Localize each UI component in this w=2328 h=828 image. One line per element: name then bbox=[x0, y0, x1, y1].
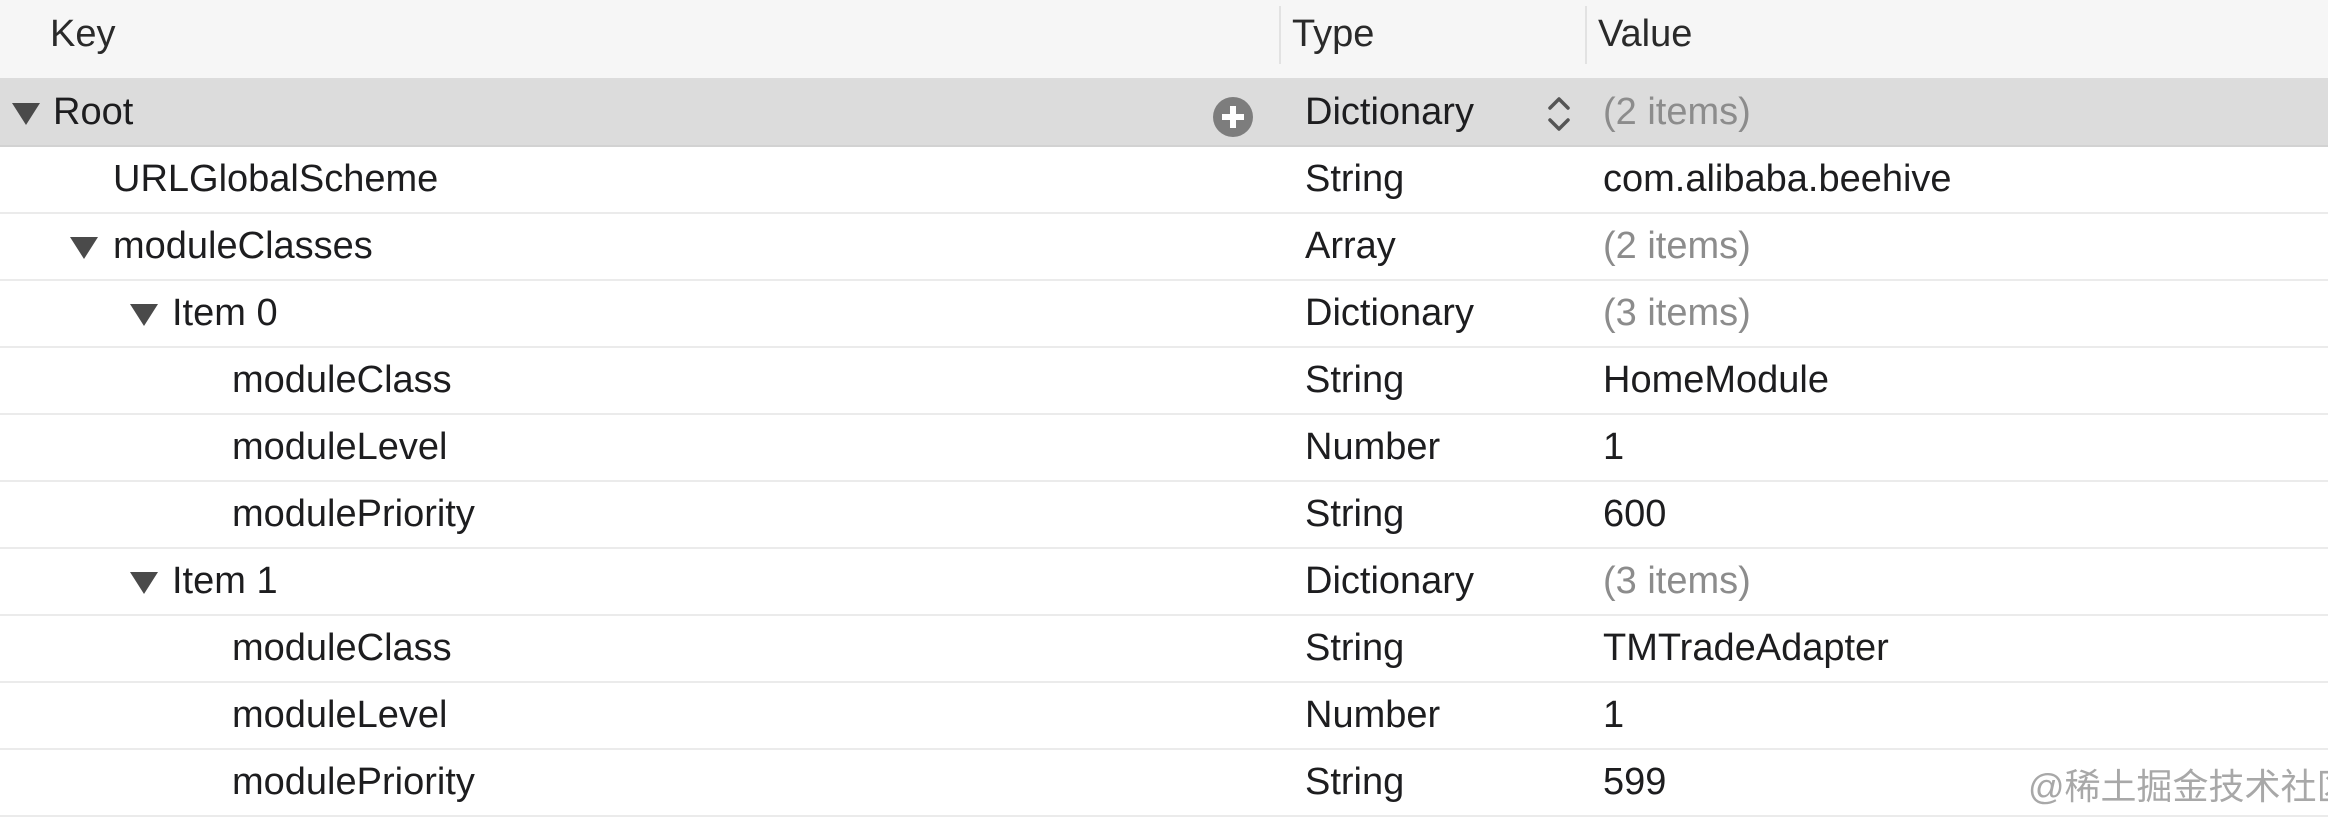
row-type[interactable]: Array bbox=[1305, 214, 1396, 279]
row-module-priority[interactable]: modulePriority String 600 bbox=[0, 482, 2328, 549]
row-value: (2 items) bbox=[1603, 225, 1751, 267]
column-header: Key Type Value bbox=[0, 0, 2328, 80]
row-value[interactable]: com.alibaba.beehive bbox=[1603, 147, 1952, 212]
row-type[interactable]: String bbox=[1305, 482, 1404, 547]
row-type[interactable]: Dictionary bbox=[1305, 80, 1474, 145]
row-url-global-scheme[interactable]: URLGlobalScheme String com.alibaba.beehi… bbox=[0, 147, 2328, 214]
row-value: (3 items) bbox=[1603, 292, 1751, 334]
column-divider[interactable] bbox=[1585, 6, 1587, 64]
row-module-class[interactable]: moduleClass String HomeModule bbox=[0, 348, 2328, 415]
row-key: Item 0 bbox=[172, 292, 278, 334]
row-module-class[interactable]: moduleClass String TMTradeAdapter bbox=[0, 616, 2328, 683]
row-value[interactable]: TMTradeAdapter bbox=[1603, 616, 1889, 681]
row-value: (3 items) bbox=[1603, 560, 1751, 602]
row-key: moduleLevel bbox=[232, 426, 448, 468]
row-type[interactable]: Number bbox=[1305, 683, 1440, 748]
row-type[interactable]: Dictionary bbox=[1305, 281, 1474, 346]
row-value[interactable]: 599 bbox=[1603, 750, 1666, 815]
plist-editor: Key Type Value Root Dictionary (2 items)… bbox=[0, 0, 2328, 828]
row-module-priority[interactable]: modulePriority String 599 bbox=[0, 750, 2328, 817]
row-value[interactable]: 1 bbox=[1603, 415, 1624, 480]
row-value[interactable]: HomeModule bbox=[1603, 348, 1829, 413]
watermark: @稀土掘金技术社区 bbox=[2028, 766, 2328, 807]
column-divider[interactable] bbox=[1279, 6, 1281, 64]
row-module-level[interactable]: moduleLevel Number 1 bbox=[0, 683, 2328, 750]
column-header-value[interactable]: Value bbox=[1598, 0, 1692, 78]
row-module-classes[interactable]: moduleClasses Array (2 items) bbox=[0, 214, 2328, 281]
row-key: moduleClass bbox=[232, 359, 452, 401]
up-down-stepper-icon[interactable] bbox=[1542, 92, 1576, 136]
row-value[interactable]: 600 bbox=[1603, 482, 1666, 547]
row-key: modulePriority bbox=[232, 493, 475, 535]
row-key: Root bbox=[53, 91, 134, 133]
row-item-1[interactable]: Item 1 Dictionary (3 items) bbox=[0, 549, 2328, 616]
disclosure-triangle-icon[interactable] bbox=[70, 237, 98, 259]
row-key: Item 1 bbox=[172, 560, 278, 602]
row-value[interactable]: 1 bbox=[1603, 683, 1624, 748]
row-value: (2 items) bbox=[1603, 91, 1751, 133]
disclosure-triangle-icon[interactable] bbox=[130, 572, 158, 594]
row-key: modulePriority bbox=[232, 761, 475, 803]
disclosure-triangle-icon[interactable] bbox=[12, 103, 40, 125]
row-item-0[interactable]: Item 0 Dictionary (3 items) bbox=[0, 281, 2328, 348]
row-key: moduleClasses bbox=[113, 225, 373, 267]
plus-circle-icon[interactable] bbox=[1213, 97, 1253, 137]
row-key: moduleLevel bbox=[232, 694, 448, 736]
row-module-level[interactable]: moduleLevel Number 1 bbox=[0, 415, 2328, 482]
row-type[interactable]: String bbox=[1305, 750, 1404, 815]
row-key: URLGlobalScheme bbox=[113, 158, 439, 200]
row-type[interactable]: String bbox=[1305, 616, 1404, 681]
row-key: moduleClass bbox=[232, 627, 452, 669]
row-root[interactable]: Root Dictionary (2 items) bbox=[0, 80, 2328, 147]
row-type[interactable]: String bbox=[1305, 348, 1404, 413]
property-list-rows: Root Dictionary (2 items) URLGlobalSchem… bbox=[0, 80, 2328, 817]
row-type[interactable]: Number bbox=[1305, 415, 1440, 480]
disclosure-triangle-icon[interactable] bbox=[130, 304, 158, 326]
row-type[interactable]: String bbox=[1305, 147, 1404, 212]
row-type[interactable]: Dictionary bbox=[1305, 549, 1474, 614]
column-header-key[interactable]: Key bbox=[50, 0, 115, 78]
column-header-type[interactable]: Type bbox=[1292, 0, 1374, 78]
